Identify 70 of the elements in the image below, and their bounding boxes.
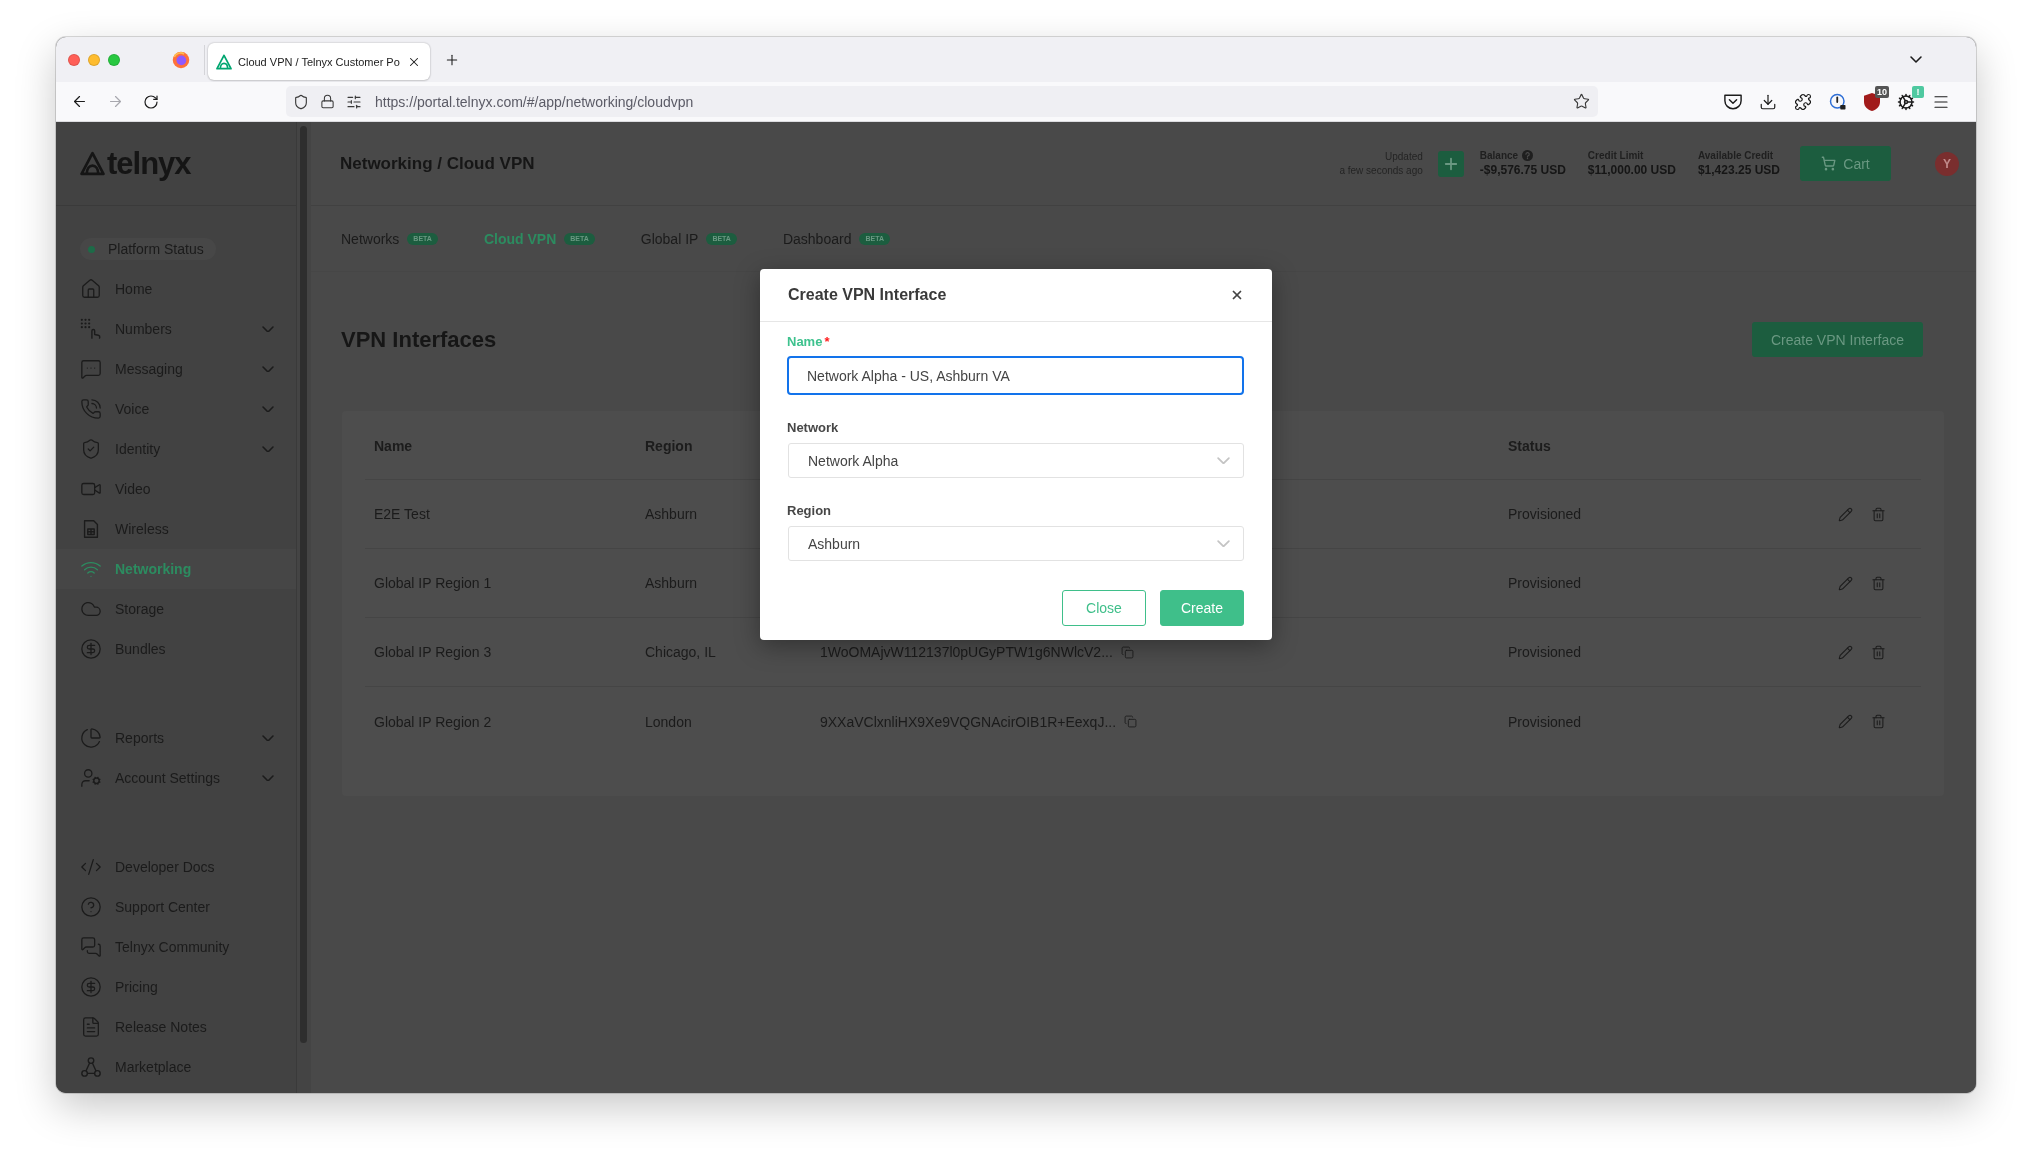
forward-arrow-icon[interactable] <box>107 93 124 110</box>
chat-bubble-icon <box>80 358 102 380</box>
field-label: Region <box>787 503 832 519</box>
browser-tab[interactable]: Cloud VPN / Telnyx Customer Po <box>208 43 430 80</box>
window-maximize-button[interactable] <box>108 53 120 66</box>
cart-button[interactable]: Cart <box>1800 146 1891 181</box>
extension-icon[interactable] <box>1829 92 1847 111</box>
help-icon[interactable] <box>1522 150 1534 161</box>
permissions-icon[interactable] <box>346 93 362 110</box>
lock-icon[interactable] <box>320 94 335 109</box>
dollar-circle-icon <box>80 976 102 998</box>
trash-icon[interactable] <box>1871 575 1886 591</box>
puzzle-icon[interactable] <box>1794 92 1812 111</box>
chevron-down-icon[interactable] <box>262 325 274 333</box>
field-label: Name* <box>787 334 830 350</box>
dialpad-icon <box>80 318 102 340</box>
modal-title: Create VPN Interface <box>788 286 947 304</box>
pencil-icon[interactable] <box>1838 575 1853 591</box>
notification-badge: ! <box>1912 85 1924 98</box>
sidebar-item[interactable]: Networking <box>56 549 296 589</box>
download-icon[interactable] <box>1759 92 1777 111</box>
close-icon[interactable] <box>1230 288 1244 302</box>
field-label: Network <box>787 420 839 436</box>
create-vpn-interface-button[interactable]: Create VPN Interface <box>1751 322 1923 357</box>
trash-icon[interactable] <box>1871 506 1886 522</box>
pencil-icon[interactable] <box>1838 506 1853 522</box>
shield-icon[interactable] <box>293 93 309 110</box>
user-avatar[interactable]: Y <box>1935 151 1959 176</box>
pie-chart-icon <box>80 727 102 749</box>
text-input[interactable]: Network Alpha - US, Ashburn VA <box>787 356 1244 395</box>
pencil-icon[interactable] <box>1838 644 1853 660</box>
chevron-down-icon <box>1217 539 1230 548</box>
bookmark-star-icon[interactable] <box>1573 93 1590 110</box>
window-close-button[interactable] <box>68 53 80 66</box>
trash-icon[interactable] <box>1871 714 1886 729</box>
phone-icon <box>80 398 102 420</box>
copy-icon[interactable] <box>1124 715 1138 728</box>
home-icon <box>80 278 102 300</box>
address-bar[interactable]: https://portal.telnyx.com/#/app/networking/cloudvpn <box>286 86 1598 117</box>
chevron-down-icon[interactable] <box>262 445 274 453</box>
chevron-down-icon[interactable] <box>262 405 274 413</box>
dollar-circle-icon <box>80 638 102 660</box>
copy-icon[interactable] <box>1120 645 1134 659</box>
chevron-down-icon[interactable] <box>262 365 274 373</box>
chevron-down-icon <box>1217 456 1230 465</box>
add-button[interactable] <box>1437 150 1464 177</box>
user-gear-icon <box>80 767 102 789</box>
select-field[interactable]: Network Alpha <box>788 443 1244 478</box>
chevron-down-icon[interactable] <box>262 734 274 742</box>
cart-icon <box>1821 156 1837 171</box>
chat-bubbles-icon <box>80 936 102 958</box>
favicon-icon <box>216 53 232 70</box>
code-icon <box>80 856 102 878</box>
shield-check-icon <box>80 438 102 460</box>
logo-mark-icon <box>80 151 105 176</box>
pencil-icon[interactable] <box>1838 714 1853 729</box>
trash-icon[interactable] <box>1871 644 1886 660</box>
chevron-down-icon[interactable] <box>262 774 274 782</box>
notification-badge: 10 <box>1875 85 1889 98</box>
window-minimize-button[interactable] <box>88 53 100 66</box>
nodes-icon <box>80 1056 102 1078</box>
reload-icon[interactable] <box>143 93 159 110</box>
pocket-icon[interactable] <box>1724 93 1742 110</box>
document-icon <box>80 1016 102 1038</box>
close-button[interactable]: Close <box>1062 590 1146 626</box>
create-button[interactable]: Create <box>1160 590 1244 626</box>
select-field[interactable]: Ashburn <box>788 526 1244 561</box>
browser-logo-icon[interactable] <box>172 50 190 69</box>
help-icon <box>80 896 102 918</box>
tab-list-icon[interactable] <box>1910 56 1922 63</box>
